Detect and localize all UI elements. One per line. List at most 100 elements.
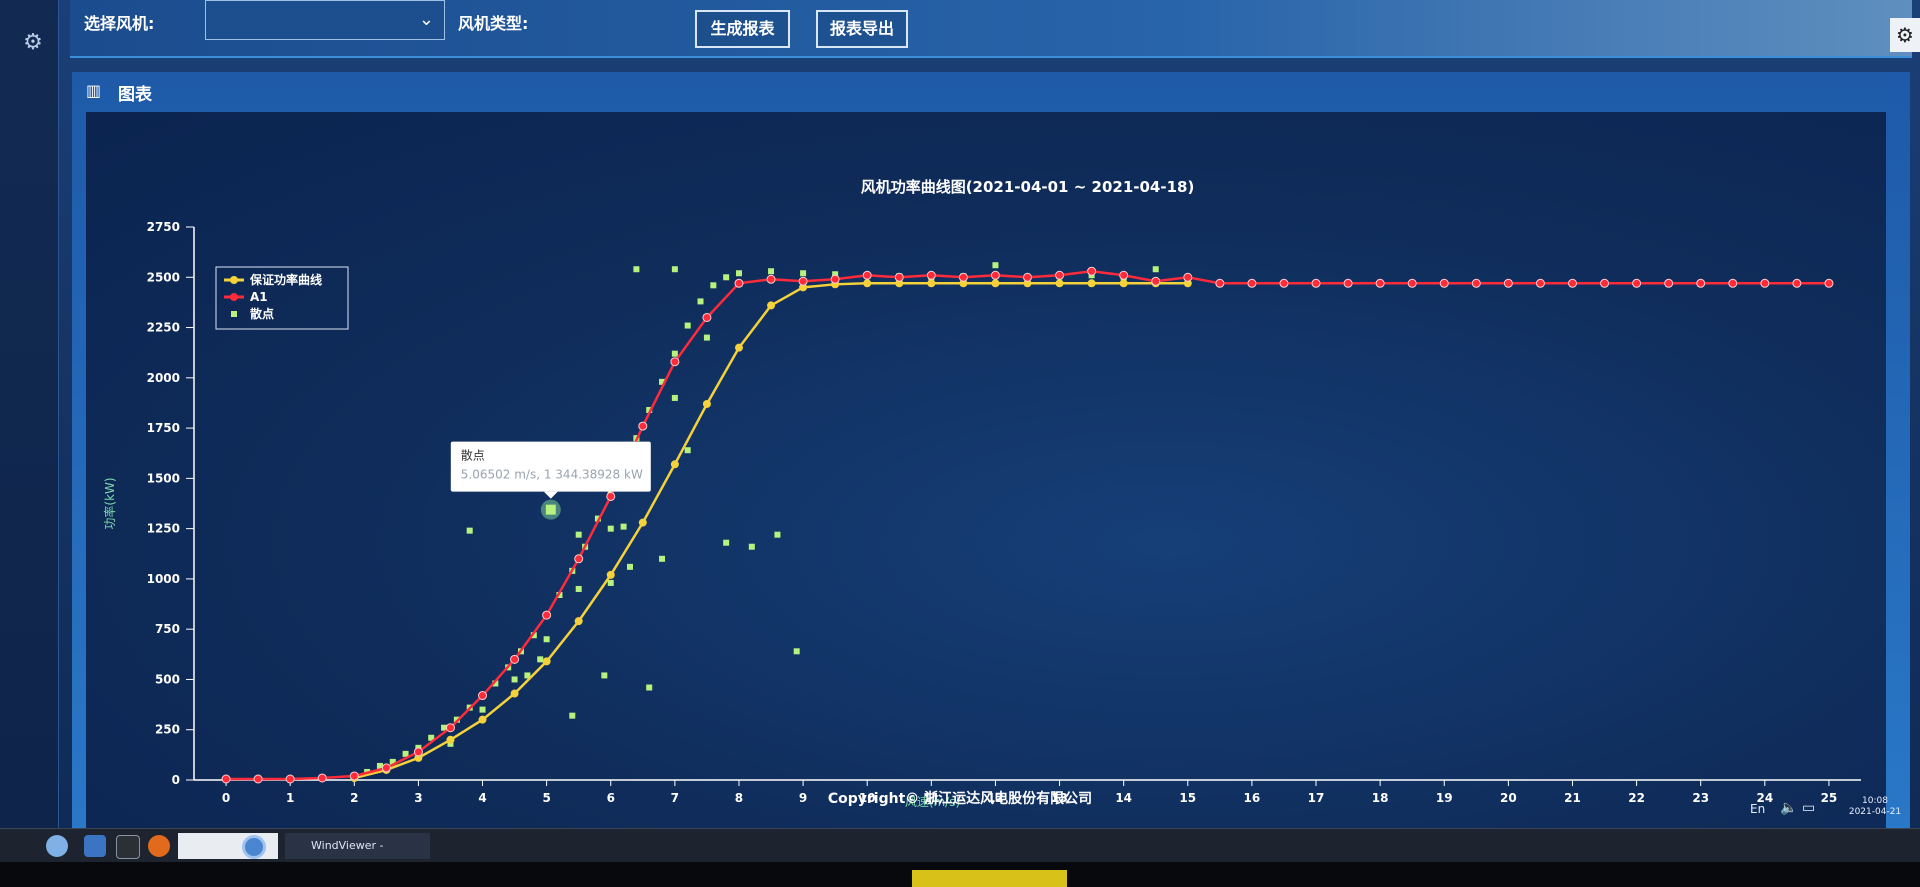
export-report-button[interactable]: 报表导出 bbox=[816, 10, 908, 48]
guarantee-curve-point[interactable] bbox=[606, 570, 615, 579]
chromium-icon[interactable] bbox=[242, 835, 266, 859]
scatter-point[interactable] bbox=[607, 579, 614, 586]
a1-curve-point[interactable] bbox=[1247, 278, 1257, 288]
a1-curve-point[interactable] bbox=[830, 274, 840, 284]
a1-curve-point[interactable] bbox=[445, 723, 455, 733]
network-icon[interactable]: ▭ bbox=[1802, 800, 1815, 816]
terminal-icon[interactable] bbox=[116, 835, 140, 859]
scatter-point[interactable] bbox=[607, 525, 614, 532]
a1-curve-point[interactable] bbox=[894, 272, 904, 282]
a1-curve-point[interactable] bbox=[990, 270, 1000, 280]
a1-curve-point[interactable] bbox=[1632, 278, 1642, 288]
guarantee-curve-point[interactable] bbox=[638, 518, 647, 527]
a1-curve-point[interactable] bbox=[766, 274, 776, 284]
guarantee-curve-point[interactable] bbox=[767, 301, 776, 310]
a1-curve-point[interactable] bbox=[1728, 278, 1738, 288]
guarantee-curve-point[interactable] bbox=[542, 657, 551, 666]
a1-curve-point[interactable] bbox=[958, 272, 968, 282]
a1-curve-point[interactable] bbox=[381, 763, 391, 773]
a1-curve-point[interactable] bbox=[606, 491, 616, 501]
a1-curve-point[interactable] bbox=[542, 610, 552, 620]
a1-curve-point[interactable] bbox=[798, 276, 808, 286]
a1-curve-point[interactable] bbox=[1151, 276, 1161, 286]
scatter-point[interactable] bbox=[601, 672, 608, 679]
guarantee-curve-point[interactable] bbox=[1055, 279, 1064, 288]
a1-curve-point[interactable] bbox=[1375, 278, 1385, 288]
a1-curve-point[interactable] bbox=[1471, 278, 1481, 288]
guarantee-curve-point[interactable] bbox=[702, 399, 711, 408]
guarantee-curve-point[interactable] bbox=[574, 617, 583, 626]
a1-curve-point[interactable] bbox=[317, 773, 327, 783]
scatter-point[interactable] bbox=[723, 539, 730, 546]
guarantee-curve-point[interactable] bbox=[991, 279, 1000, 288]
a1-curve-point[interactable] bbox=[1343, 278, 1353, 288]
a1-curve-point[interactable] bbox=[1055, 270, 1065, 280]
scatter-point[interactable] bbox=[537, 656, 544, 663]
a1-curve-point[interactable] bbox=[1183, 272, 1193, 282]
scatter-point[interactable] bbox=[697, 298, 704, 305]
scatter-point[interactable] bbox=[479, 706, 486, 713]
turbine-select-dropdown[interactable]: ⌄ bbox=[205, 0, 445, 40]
scatter-point[interactable] bbox=[575, 531, 582, 538]
scatter-point[interactable] bbox=[684, 322, 691, 329]
generate-report-button[interactable]: 生成报表 bbox=[695, 10, 790, 48]
scatter-point[interactable] bbox=[992, 262, 999, 269]
guarantee-curve-point[interactable] bbox=[927, 279, 936, 288]
guarantee-curve-point[interactable] bbox=[1087, 279, 1096, 288]
scatter-point[interactable] bbox=[620, 523, 627, 530]
scatter-point[interactable] bbox=[800, 270, 807, 277]
file-manager-icon[interactable] bbox=[84, 835, 106, 857]
scatter-point[interactable] bbox=[511, 676, 518, 683]
scatter-point[interactable] bbox=[703, 334, 710, 341]
scatter-point[interactable] bbox=[659, 555, 666, 562]
scatter-point[interactable] bbox=[723, 274, 730, 281]
scatter-point[interactable] bbox=[569, 712, 576, 719]
scatter-point[interactable] bbox=[466, 527, 473, 534]
a1-curve-point[interactable] bbox=[1600, 278, 1610, 288]
taskbar-window-item[interactable]: WindViewer - Chromium bbox=[285, 833, 430, 878]
a1-curve-point[interactable] bbox=[1567, 278, 1577, 288]
scatter-point[interactable] bbox=[735, 270, 742, 277]
a1-curve-point[interactable] bbox=[1824, 278, 1834, 288]
a1-curve-point[interactable] bbox=[285, 774, 295, 784]
a1-curve-point[interactable] bbox=[413, 747, 423, 757]
a1-curve-point[interactable] bbox=[1696, 278, 1706, 288]
guarantee-curve-point[interactable] bbox=[478, 715, 487, 724]
scatter-point[interactable] bbox=[774, 531, 781, 538]
scatter-point[interactable] bbox=[748, 543, 755, 550]
scatter-point[interactable] bbox=[710, 282, 717, 289]
a1-curve-point[interactable] bbox=[1792, 278, 1802, 288]
chevron-down-icon[interactable]: ⌄ bbox=[419, 9, 434, 30]
language-indicator[interactable]: En bbox=[1750, 802, 1765, 816]
guarantee-curve-point[interactable] bbox=[510, 689, 519, 698]
a1-curve-point[interactable] bbox=[734, 278, 744, 288]
guarantee-curve-point[interactable] bbox=[446, 735, 455, 744]
a1-curve-point[interactable] bbox=[1087, 266, 1097, 276]
a1-curve-point[interactable] bbox=[1279, 278, 1289, 288]
scatter-point[interactable] bbox=[543, 636, 550, 643]
a1-curve-point[interactable] bbox=[1119, 270, 1129, 280]
a1-curve-point[interactable] bbox=[638, 421, 648, 431]
scatter-point[interactable] bbox=[671, 266, 678, 273]
guarantee-curve-point[interactable] bbox=[863, 279, 872, 288]
a1-curve-point[interactable] bbox=[1407, 278, 1417, 288]
scatter-point[interactable] bbox=[646, 684, 653, 691]
volume-icon[interactable]: 🔈 bbox=[1780, 800, 1797, 816]
firefox-icon[interactable] bbox=[148, 835, 170, 857]
a1-curve-point[interactable] bbox=[670, 357, 680, 367]
a1-curve-point[interactable] bbox=[221, 774, 231, 784]
scatter-point[interactable] bbox=[768, 268, 775, 275]
a1-curve-point[interactable] bbox=[478, 691, 488, 701]
a1-curve-point[interactable] bbox=[1023, 272, 1032, 282]
a1-curve-point[interactable] bbox=[1760, 278, 1770, 288]
a1-curve-point[interactable] bbox=[1535, 278, 1545, 288]
a1-curve-point[interactable] bbox=[1215, 278, 1225, 288]
a1-curve-point[interactable] bbox=[253, 774, 263, 784]
scatter-point[interactable] bbox=[626, 563, 633, 570]
scatter-point[interactable] bbox=[633, 266, 640, 273]
a1-curve-point[interactable] bbox=[574, 554, 584, 564]
guarantee-curve-point[interactable] bbox=[734, 343, 743, 352]
a1-curve-point[interactable] bbox=[862, 270, 872, 280]
scatter-point[interactable] bbox=[671, 394, 678, 401]
scatter-point[interactable] bbox=[1152, 266, 1159, 273]
